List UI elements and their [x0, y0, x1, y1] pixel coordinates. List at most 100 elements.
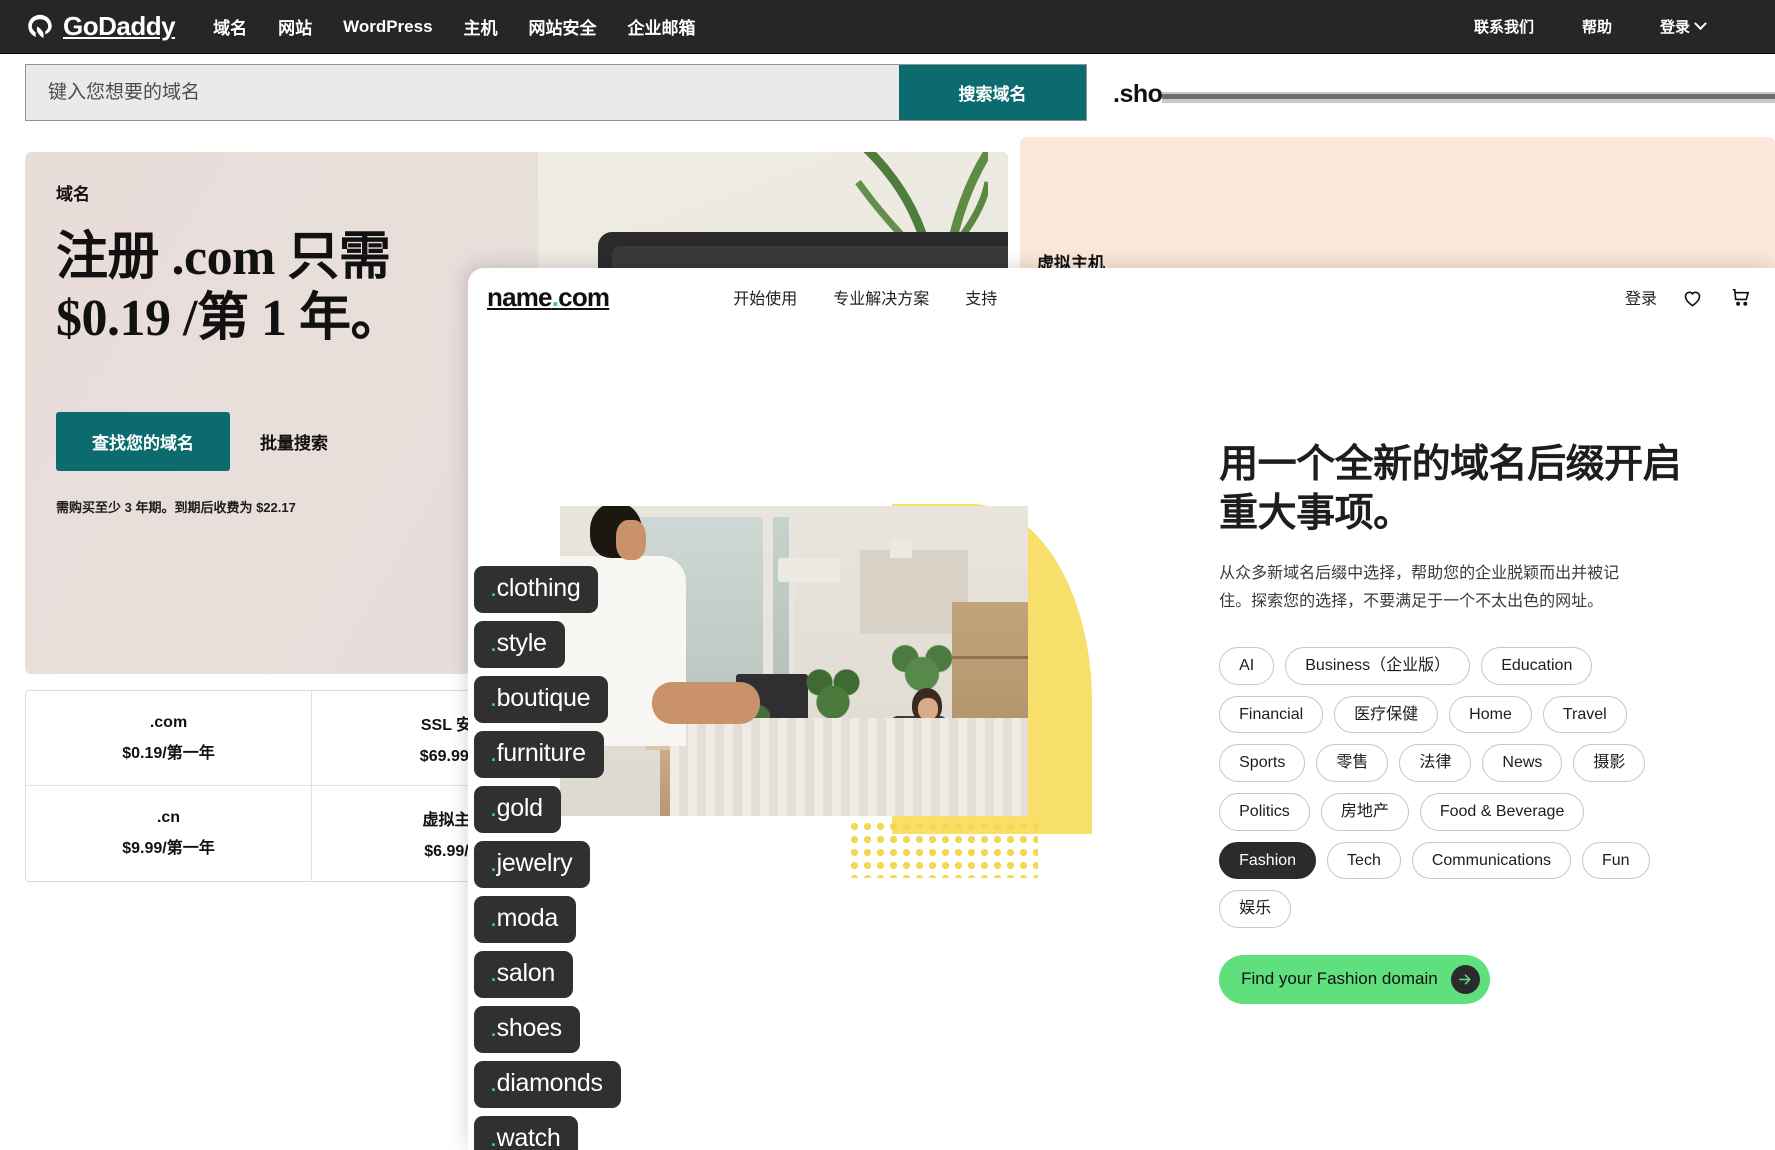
- tld-chip[interactable]: . jewelry: [474, 841, 591, 888]
- namecom-header-actions: 登录: [1625, 284, 1753, 310]
- tld-chip[interactable]: . gold: [474, 786, 561, 833]
- tld-chip-label: style: [496, 629, 547, 657]
- category-pill-food-beverage[interactable]: Food & Beverage: [1419, 793, 1585, 831]
- godaddy-logo-text: GoDaddy: [63, 11, 176, 41]
- photo-wall-note: [890, 540, 912, 558]
- hero-cta-row: 查找您的域名 批量搜索: [56, 411, 545, 471]
- photo-air-conditioner: [778, 558, 840, 582]
- tld-chip-label: diamonds: [496, 1069, 603, 1097]
- category-pill-financial[interactable]: Financial: [1219, 695, 1324, 734]
- tld-chip[interactable]: . furniture: [474, 731, 604, 778]
- category-pill-sports[interactable]: Sports: [1219, 744, 1306, 783]
- find-domain-button-label: Find your Fashion domain: [1241, 969, 1438, 989]
- gd-help-link[interactable]: 帮助: [1582, 16, 1612, 37]
- gd-nav-item-websites[interactable]: 网站: [278, 14, 312, 39]
- photo-man-face: [616, 520, 646, 560]
- price-cell-title: .cn: [156, 809, 181, 826]
- tld-chip-dot: .: [490, 1069, 497, 1097]
- tld-chip-dot: .: [490, 574, 497, 602]
- category-pill-fun[interactable]: Fun: [1582, 841, 1650, 880]
- tld-chip-label: furniture: [496, 739, 586, 767]
- photo-man-arm: [652, 682, 760, 724]
- photo-woman-face: [918, 698, 938, 720]
- gd-nav-item-email[interactable]: 企业邮箱: [628, 14, 696, 39]
- namecom-visual: . clothing . style . boutique . furniture .g…: [474, 394, 1167, 1150]
- godaddy-heart-icon: [25, 12, 55, 42]
- tld-chip-label: shoes: [496, 1014, 563, 1042]
- tld-chip[interactable]: . salon: [474, 951, 573, 998]
- category-pill-entertainment[interactable]: 娱乐: [1219, 890, 1292, 928]
- tld-chip-label: gold: [496, 794, 543, 822]
- gd-signin-menu[interactable]: 登录: [1659, 16, 1707, 37]
- gd-nav-item-hosting[interactable]: 主机: [464, 14, 498, 39]
- tld-chip-label: moda: [496, 904, 559, 932]
- category-pill-ai[interactable]: AI: [1219, 647, 1275, 685]
- find-domain-button[interactable]: Find your Fashion domain: [1219, 954, 1490, 1004]
- namecom-logo-suffix: com: [558, 281, 610, 312]
- category-pill-news[interactable]: News: [1482, 744, 1563, 783]
- category-pill-tech[interactable]: Tech: [1327, 841, 1401, 880]
- gd-nav-item-wordpress[interactable]: WordPress: [343, 17, 432, 37]
- tld-chip-label: jewelry: [496, 849, 573, 877]
- tld-chip[interactable]: . clothing: [474, 566, 599, 613]
- tld-chip-dot: .: [490, 684, 497, 712]
- tld-chip[interactable]: . style: [474, 621, 565, 668]
- category-pill-realestate[interactable]: 房地产: [1320, 793, 1409, 831]
- hero-fineprint: 需购买至少 3 年期。到期后收费为 $22.17: [56, 499, 296, 515]
- category-pill-retail[interactable]: 零售: [1316, 744, 1389, 783]
- bulk-search-button[interactable]: 批量搜索: [260, 429, 328, 454]
- namecom-headline: 用一个全新的域名后缀开启 重大事项。: [1219, 440, 1775, 538]
- nc-login-link[interactable]: 登录: [1625, 285, 1657, 309]
- price-cell[interactable]: .cn $9.99/第一年: [26, 786, 312, 881]
- category-pill-photography[interactable]: 摄影: [1573, 744, 1646, 783]
- tld-chip-dot: .: [490, 1014, 497, 1042]
- godaddy-top-navbar: GoDaddy 域名 网站 WordPress 主机 网站安全 企业邮箱 联系我…: [0, 0, 1775, 54]
- tld-chip[interactable]: . diamonds: [474, 1061, 621, 1108]
- namecom-content-column: 用一个全新的域名后缀开启 重大事项。 从众多新域名后缀中选择，帮助您的企业脱颖而…: [1219, 394, 1775, 1034]
- tld-chip-label: boutique: [496, 684, 591, 712]
- category-pill-travel[interactable]: Travel: [1542, 695, 1627, 734]
- tld-chip[interactable]: . shoes: [474, 1006, 580, 1053]
- horizontal-scrollbar[interactable]: [1162, 91, 1775, 103]
- category-pill-politics[interactable]: Politics: [1219, 793, 1310, 831]
- tld-strip: .sho: [1113, 78, 1775, 110]
- tld-chip-dot: .: [490, 739, 497, 767]
- godaddy-primary-nav: 域名 网站 WordPress 主机 网站安全 企业邮箱: [213, 14, 695, 39]
- tld-chip-dot: .: [490, 1124, 497, 1150]
- namecom-subtext-line2: 住。探索您的选择，不要满足于一个不太出色的网址。: [1219, 592, 1604, 610]
- tld-chip-label: clothing: [496, 574, 581, 602]
- gd-contact-us-link[interactable]: 联系我们: [1474, 16, 1534, 37]
- domain-search-button[interactable]: 搜索域名: [899, 65, 1086, 120]
- nc-nav-support[interactable]: 支持: [965, 285, 997, 309]
- hero-copy: 域名 注册 .com 只需 $0.19 /第 1 年。 查找您的域名 批量搜索 …: [25, 152, 545, 516]
- godaddy-utility-nav: 联系我们 帮助 登录: [1474, 16, 1707, 37]
- gd-nav-item-security[interactable]: 网站安全: [529, 14, 597, 39]
- domain-search-input[interactable]: [26, 65, 899, 120]
- heart-icon[interactable]: [1679, 284, 1705, 310]
- nc-nav-pro-solutions[interactable]: 专业解决方案: [833, 285, 929, 309]
- godaddy-logo[interactable]: GoDaddy: [25, 11, 176, 42]
- price-cell-price: $9.99/第一年: [122, 840, 215, 857]
- namecom-primary-nav: 开始使用 专业解决方案 支持: [733, 285, 997, 309]
- category-pill-legal[interactable]: 法律: [1399, 744, 1472, 783]
- hero-headline: 注册 .com 只需 $0.19 /第 1 年。: [56, 227, 545, 350]
- category-pill-home[interactable]: Home: [1449, 695, 1532, 734]
- category-pill-fashion[interactable]: Fashion: [1219, 841, 1317, 880]
- price-cell[interactable]: .com $0.19/第一年: [26, 691, 312, 786]
- category-pill-healthcare[interactable]: 医疗保健: [1334, 695, 1439, 734]
- gd-nav-item-domains[interactable]: 域名: [213, 14, 247, 39]
- arrow-right-icon: [1450, 964, 1480, 994]
- nc-nav-get-started[interactable]: 开始使用: [733, 285, 797, 309]
- category-pill-education[interactable]: Education: [1481, 647, 1593, 685]
- price-cell-price: $0.19/第一年: [122, 744, 215, 762]
- gd-signin-label: 登录: [1659, 19, 1690, 36]
- find-your-domain-button[interactable]: 查找您的域名: [56, 411, 230, 471]
- tld-chip[interactable]: . boutique: [474, 676, 609, 723]
- tld-chip-label: salon: [496, 959, 556, 987]
- category-pill-business[interactable]: Business（企业版）: [1285, 647, 1471, 685]
- tld-chip[interactable]: . moda: [474, 896, 576, 943]
- tld-chip-dot: .: [490, 849, 497, 877]
- tld-chip[interactable]: . watch: [474, 1116, 579, 1150]
- category-pill-communications[interactable]: Communications: [1411, 841, 1571, 880]
- cart-icon[interactable]: [1727, 284, 1753, 310]
